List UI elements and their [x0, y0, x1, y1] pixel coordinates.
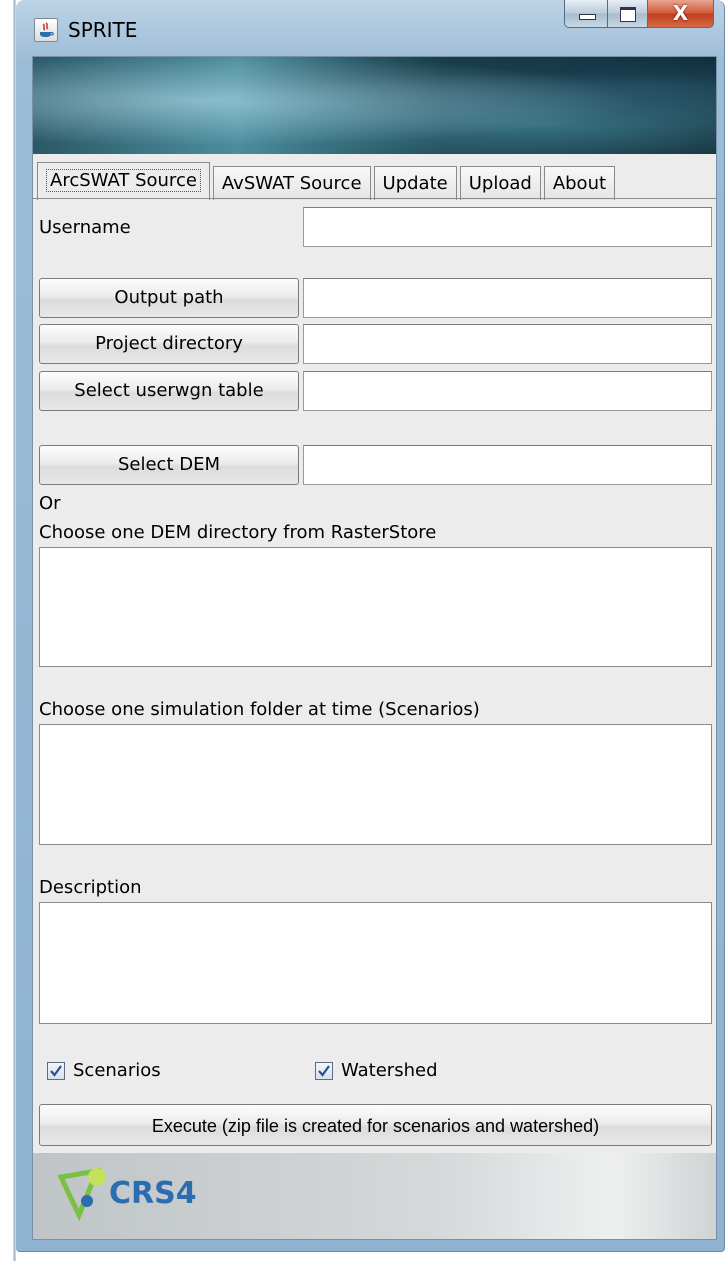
tab-upload[interactable]: Upload	[459, 166, 541, 200]
dem-field[interactable]	[303, 445, 712, 485]
tab-arcswat-source[interactable]: ArcSWAT Source	[37, 162, 210, 200]
close-icon: X	[672, 1, 689, 25]
checkbox-box	[315, 1061, 333, 1080]
or-label: Or	[39, 493, 61, 514]
description-textarea[interactable]	[39, 902, 712, 1024]
footer-banner: CRS4	[33, 1153, 716, 1239]
client-area: ArcSWAT Source AvSWAT Source Update Uplo…	[32, 56, 717, 1240]
select-userwgn-button[interactable]: Select userwgn table	[39, 371, 299, 411]
window-title: SPRITE	[68, 18, 138, 42]
maximize-icon	[620, 7, 636, 22]
tab-strip: ArcSWAT Source AvSWAT Source Update Uplo…	[37, 162, 618, 200]
crs4-logo: CRS4	[57, 1163, 257, 1223]
output-path-field[interactable]	[303, 278, 712, 318]
header-banner-image	[33, 57, 716, 154]
username-label: Username	[39, 217, 131, 238]
dem-directory-label: Choose one DEM directory from RasterStor…	[39, 522, 437, 543]
simulation-folder-label: Choose one simulation folder at time (Sc…	[39, 699, 480, 720]
minimize-icon	[579, 14, 596, 20]
output-path-button[interactable]: Output path	[39, 278, 299, 318]
tab-avswat-source[interactable]: AvSWAT Source	[212, 166, 371, 200]
app-window: SPRITE X ArcSWAT Source AvSWAT Source Up…	[16, 0, 725, 1252]
scenarios-label: Scenarios	[73, 1060, 161, 1081]
userwgn-field[interactable]	[303, 371, 712, 411]
execute-button[interactable]: Execute (zip file is created for scenari…	[39, 1104, 712, 1146]
username-input[interactable]	[303, 207, 712, 247]
maximize-button[interactable]	[608, 0, 648, 28]
logo-text: CRS4	[109, 1176, 197, 1211]
tab-divider	[33, 198, 716, 199]
tab-about[interactable]: About	[543, 166, 616, 200]
select-dem-button[interactable]: Select DEM	[39, 445, 299, 485]
desktop-edge	[0, 0, 16, 1261]
project-directory-button[interactable]: Project directory	[39, 324, 299, 364]
title-bar[interactable]: SPRITE X	[16, 0, 724, 56]
checkmark-icon	[318, 1064, 330, 1077]
tab-update[interactable]: Update	[373, 166, 457, 200]
project-directory-field[interactable]	[303, 324, 712, 364]
checkmark-icon	[50, 1064, 62, 1077]
scenarios-checkbox[interactable]: Scenarios	[47, 1060, 161, 1081]
watershed-checkbox[interactable]: Watershed	[315, 1060, 438, 1081]
java-icon	[34, 18, 58, 42]
checkbox-box	[47, 1061, 65, 1080]
description-label: Description	[39, 877, 142, 898]
close-button[interactable]: X	[648, 0, 714, 28]
simulation-folder-list[interactable]	[39, 724, 712, 845]
watershed-label: Watershed	[341, 1060, 438, 1081]
tab-label: ArcSWAT Source	[46, 169, 201, 192]
dem-directory-list[interactable]	[39, 547, 712, 667]
window-controls: X	[564, 0, 714, 30]
minimize-button[interactable]	[564, 0, 608, 28]
